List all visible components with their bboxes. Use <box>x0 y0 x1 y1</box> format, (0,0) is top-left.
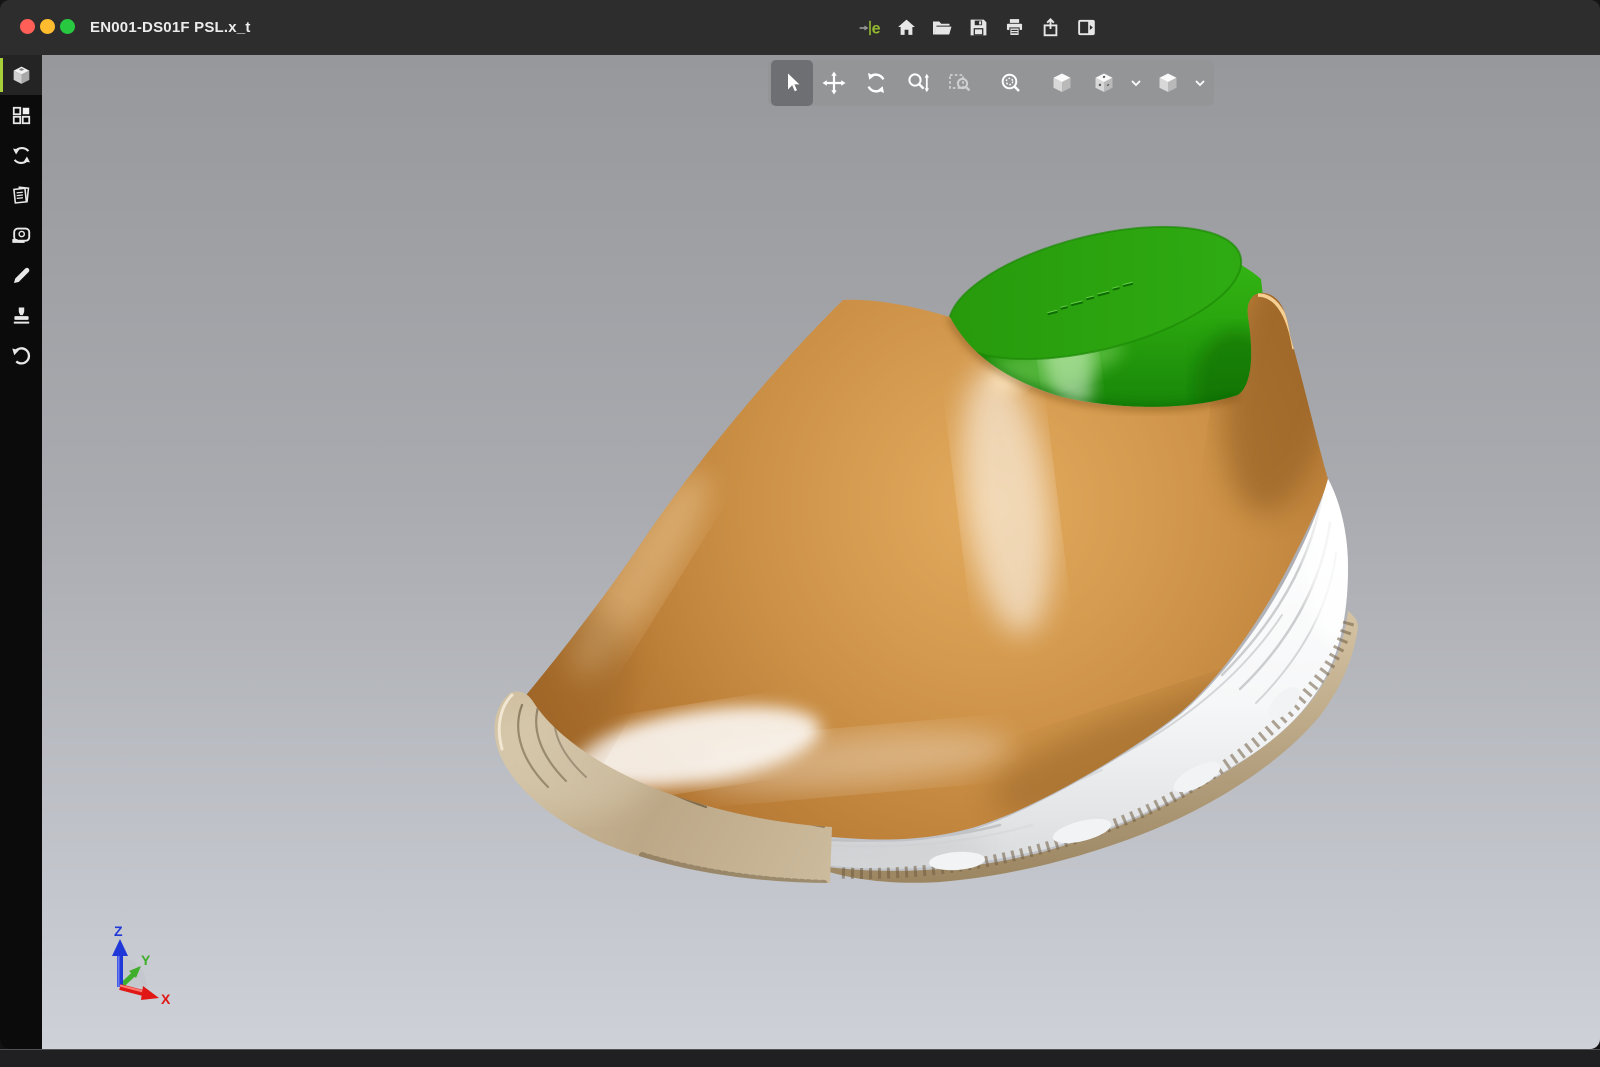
measure-tape-icon <box>10 224 33 247</box>
zoom-fit-button[interactable] <box>990 60 1032 106</box>
zoom-tool-button[interactable] <box>897 60 939 106</box>
components-grid-icon <box>10 104 33 127</box>
sidebar-item-measure[interactable] <box>0 215 42 255</box>
print-icon <box>1004 17 1025 38</box>
edrawings-logo-icon: e <box>858 16 882 40</box>
rotate-tool-button[interactable] <box>855 60 897 106</box>
folder-open-icon <box>931 18 953 38</box>
viewport-canvas[interactable]: Y Z X <box>42 55 1600 1049</box>
titlebar-actions: e <box>858 0 1098 55</box>
chevron-down-icon <box>1192 75 1208 91</box>
rotate-arrows-icon <box>863 70 889 96</box>
zoom-magnifier-icon <box>905 70 931 96</box>
maximize-button[interactable] <box>60 19 75 34</box>
svg-text:Z: Z <box>114 923 123 939</box>
sidebar-item-stamp[interactable] <box>0 295 42 335</box>
print-button[interactable] <box>1002 15 1026 41</box>
share-button[interactable] <box>1038 15 1062 41</box>
zoom-area-button[interactable] <box>939 60 981 106</box>
pan-tool-button[interactable] <box>813 60 855 106</box>
close-button[interactable] <box>20 19 35 34</box>
markup-pencil-icon <box>10 264 33 287</box>
window-title: EN001-DS01F PSL.x_t <box>90 0 251 55</box>
sidebar-item-animate[interactable] <box>0 335 42 375</box>
zoom-area-icon <box>947 70 973 96</box>
sidebar-item-markup[interactable] <box>0 255 42 295</box>
edrawings-window: EN001-DS01F PSL.x_t e <box>0 0 1600 1049</box>
shaded-cube-icon <box>1049 70 1075 96</box>
svg-text:Y: Y <box>141 952 151 968</box>
reset-arrows-icon <box>10 144 33 167</box>
select-tool-button[interactable] <box>771 60 813 106</box>
shoe-3d-model[interactable] <box>42 55 1600 1049</box>
view-toolbar <box>768 60 1214 106</box>
standard-views-cube-icon <box>1155 70 1181 96</box>
coordinate-triad: Y Z X <box>95 923 179 1011</box>
home-button[interactable] <box>894 15 918 41</box>
panel-button[interactable] <box>1074 15 1098 41</box>
save-icon <box>968 17 989 38</box>
standard-views-button[interactable] <box>1147 60 1189 106</box>
minimize-button[interactable] <box>40 19 55 34</box>
model-cube-icon <box>10 64 33 87</box>
animate-rotate-icon <box>10 344 33 367</box>
chevron-down-icon <box>1128 75 1144 91</box>
sidebar-item-configurations[interactable] <box>0 175 42 215</box>
desktop-strip <box>0 1049 1600 1067</box>
view-orientation-dropdown[interactable] <box>1125 60 1147 106</box>
pan-arrows-icon <box>821 70 847 96</box>
stamp-icon <box>10 304 33 327</box>
configurations-sheets-icon <box>10 184 33 207</box>
save-button[interactable] <box>966 15 990 41</box>
display-style-button[interactable] <box>1041 60 1083 106</box>
x-axis: X <box>120 986 171 1008</box>
open-button[interactable] <box>930 15 954 41</box>
home-icon <box>896 17 917 38</box>
edrawings-logo[interactable]: e <box>858 15 882 41</box>
sidebar-item-reset[interactable] <box>0 135 42 175</box>
view-orientation-button[interactable] <box>1083 60 1125 106</box>
orientation-cube-icon <box>1091 70 1117 96</box>
sidebar-item-components[interactable] <box>0 95 42 135</box>
svg-text:X: X <box>161 991 171 1007</box>
zoom-fit-icon <box>998 70 1024 96</box>
sidebar <box>0 55 42 1049</box>
select-cursor-icon <box>779 70 805 96</box>
svg-text:e: e <box>872 20 881 37</box>
titlebar: EN001-DS01F PSL.x_t e <box>0 0 1600 55</box>
standard-views-dropdown[interactable] <box>1189 60 1211 106</box>
sidebar-item-model[interactable] <box>0 55 42 95</box>
share-icon <box>1040 17 1061 38</box>
panel-icon <box>1076 17 1097 38</box>
